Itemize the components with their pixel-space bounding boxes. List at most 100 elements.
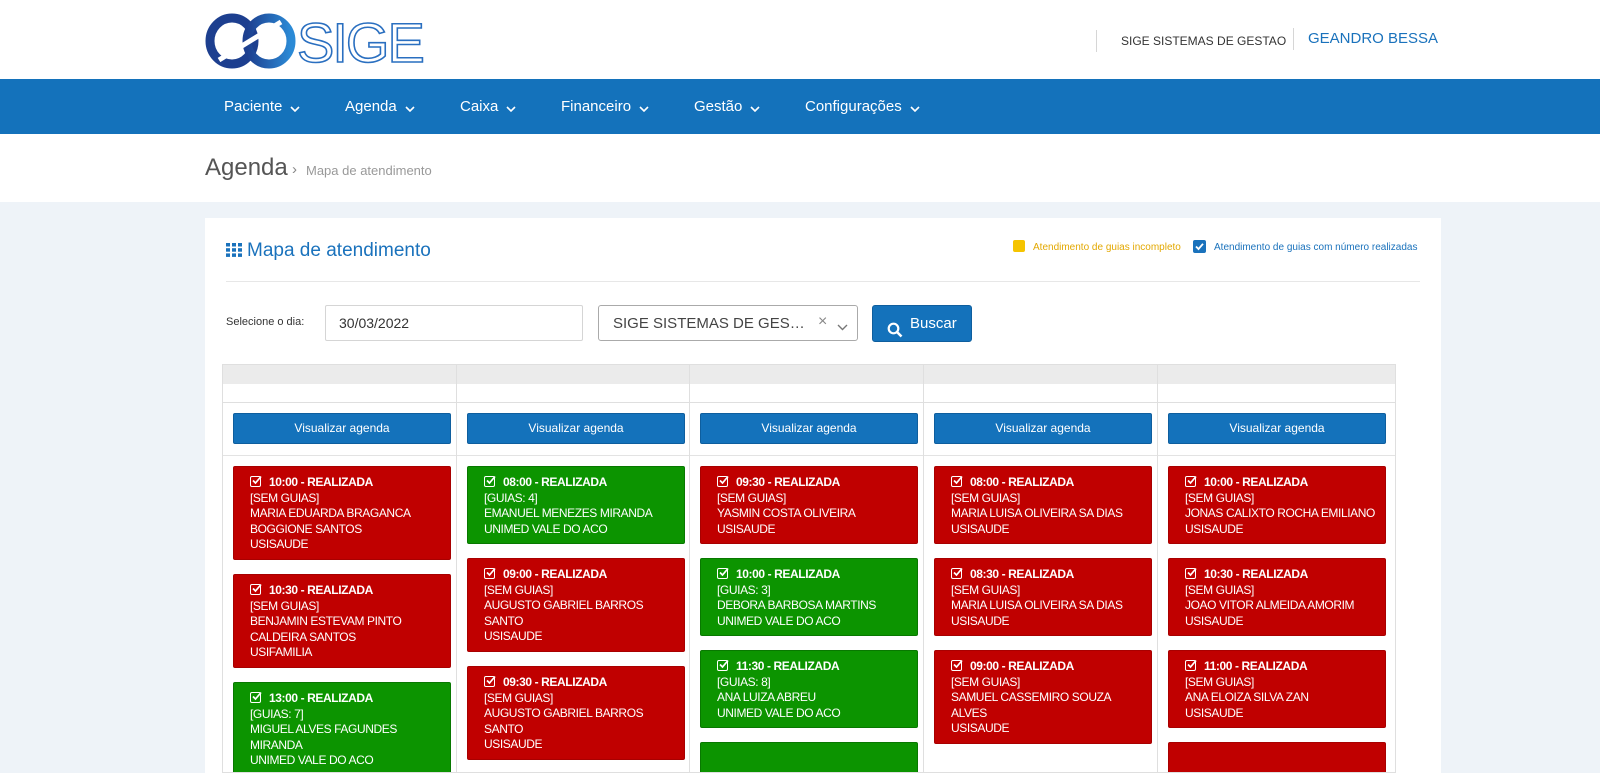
- guias-count: [GUIAS: 4]: [484, 490, 538, 505]
- guias-count: [GUIAS: 3]: [717, 582, 771, 597]
- sige-logo[interactable]: SIGE: [205, 10, 435, 75]
- logo-mark-icon: SIGE: [205, 10, 426, 75]
- date-input[interactable]: [325, 305, 583, 341]
- main-navbar: Paciente Agenda Caixa Financeiro Gestão …: [0, 79, 1600, 134]
- patient-name: SANTO: [484, 613, 524, 628]
- nav-item-gestao[interactable]: Gestão: [694, 79, 760, 134]
- appointment-time-status: 11:00 - REALIZADA: [1185, 659, 1375, 675]
- view-agenda-button[interactable]: Visualizar agenda: [934, 413, 1152, 444]
- nav-item-paciente[interactable]: Paciente: [224, 79, 300, 134]
- appointment-card[interactable]: 09:30 - REALIZADA [SEM GUIAS] AUGUSTO GABR…: [467, 666, 685, 760]
- guias-count: [SEM GUIAS]: [484, 582, 553, 597]
- appointment-card[interactable]: 13:00 - REALIZADA [GUIAS: 7] MIGUEL ALVES …: [233, 682, 451, 772]
- divider: [924, 455, 1161, 456]
- nav-item-caixa[interactable]: Caixa: [460, 79, 516, 134]
- appointment-time-status: 10:00 - REALIZADA: [717, 567, 907, 583]
- nav-item-financeiro[interactable]: Financeiro: [561, 79, 649, 134]
- column-subheader: [1158, 384, 1395, 403]
- chevron-down-icon: [405, 80, 415, 135]
- nav-item-agenda[interactable]: Agenda: [345, 79, 415, 134]
- insurer-name: USISAUDE: [951, 521, 1010, 536]
- appointment-time-status: 09:00 - REALIZADA: [484, 567, 674, 583]
- guias-count: [SEM GUIAS]: [717, 490, 786, 505]
- nav-label: Configurações: [805, 98, 902, 115]
- checkbox-checked-icon: [484, 475, 496, 487]
- column-subheader: [457, 384, 694, 403]
- page-title: Agenda: [205, 154, 288, 181]
- divider: [226, 281, 1420, 282]
- patient-name: ANA LUIZA ABREU: [717, 690, 816, 704]
- appointment-title: 09:00 - REALIZADA: [970, 659, 1074, 673]
- appointment-time-status: 08:00 - REALIZADA: [484, 475, 674, 491]
- appointment-card[interactable]: 09:00 - REALIZADA [SEM GUIAS] SAMUEL CASSE…: [934, 650, 1152, 744]
- patient-name: JOAO VITOR ALMEIDA AMORIM: [1185, 598, 1355, 612]
- appointment-card[interactable]: 08:00 - REALIZADA [SEM GUIAS] MARIA LUISA …: [934, 466, 1152, 544]
- guias-count: [GUIAS: 7]: [250, 706, 304, 721]
- appointment-card[interactable]: 10:00 - REALIZADA [SEM GUIAS] MARIA EDUARD…: [233, 466, 451, 560]
- column-header: [1158, 365, 1395, 384]
- appointment-card[interactable]: 10:00 - REALIZADA [GUIAS: 3] DEBORA BARBOS…: [700, 558, 918, 636]
- patient-name: MARIA EDUARDA BRAGANCA: [250, 506, 411, 520]
- appointment-time-status: 09:30 - REALIZADA: [717, 475, 907, 491]
- insurer-name: USISAUDE: [484, 629, 543, 643]
- guias-count: [SEM GUIAS]: [1185, 490, 1254, 505]
- appointment-title: 11:30 - REALIZADA: [736, 659, 840, 673]
- appointment-title: 08:00 - REALIZADA: [503, 475, 607, 489]
- appointment-card[interactable]: 08:30 - REALIZADA [SEM GUIAS] MARIA LUISA …: [934, 558, 1152, 636]
- insurer-name: USISAUDE: [484, 737, 543, 751]
- view-agenda-button[interactable]: Visualizar agenda: [700, 413, 918, 444]
- nav-label: Gestão: [694, 98, 743, 115]
- appointment-time-status: 08:00 - REALIZADA: [951, 475, 1141, 491]
- checkbox-checked-icon: [1185, 659, 1197, 671]
- patient-name: DEBORA BARBOSA MARTINS: [717, 598, 877, 612]
- appointment-card[interactable]: 08:00 - REALIZADA [GUIAS: 4] EMANUEL MENEZ…: [467, 466, 685, 544]
- insurer-name: UNIMED VALE DO ACO: [717, 705, 841, 720]
- appointment-title: 10:30 - REALIZADA: [269, 583, 373, 597]
- appointment-card[interactable]: 11:00 - REALIZADA [SEM GUIAS] ANA ELOIZA S…: [1168, 650, 1386, 728]
- nav-item-configuracoes[interactable]: Configurações: [805, 79, 920, 134]
- appointment-card[interactable]: 10:00 - REALIZADA [SEM GUIAS] JONAS CALIXT…: [1168, 466, 1386, 544]
- chevron-down-icon: [837, 318, 848, 336]
- search-button[interactable]: Buscar: [872, 305, 972, 342]
- appointment-card[interactable]: 11:30 - REALIZADA [GUIAS: 8] ANA LUIZA ABR…: [700, 650, 918, 728]
- view-agenda-button[interactable]: Visualizar agenda: [1168, 413, 1386, 444]
- appointment-card[interactable]: [700, 742, 918, 772]
- checkbox-checked-icon: [1185, 567, 1197, 579]
- user-name-link[interactable]: GEANDRO BESSA: [1293, 28, 1438, 50]
- patient-name: BOGGIONE SANTOS: [250, 521, 362, 536]
- chevron-down-icon: [910, 80, 920, 135]
- appointment-card[interactable]: [1168, 742, 1386, 772]
- breadcrumb-separator: ›: [292, 161, 297, 178]
- legend-incomplete: Atendimento de guias incompleto: [1013, 240, 1181, 253]
- checkbox-checked-icon: [1185, 475, 1197, 487]
- appointment-time-status: 10:00 - REALIZADA: [1185, 475, 1375, 491]
- patient-name: AUGUSTO GABRIEL BARROS: [484, 598, 644, 612]
- appointment-card[interactable]: 09:00 - REALIZADA [SEM GUIAS] AUGUSTO GABR…: [467, 558, 685, 652]
- checkbox-checked-icon: [717, 659, 729, 671]
- appointment-card[interactable]: 10:30 - REALIZADA [SEM GUIAS] BENJAMIN EST…: [233, 574, 451, 668]
- divider: [223, 455, 460, 456]
- appointment-title: 10:00 - REALIZADA: [269, 475, 373, 489]
- appointment-card[interactable]: 09:30 - REALIZADA [SEM GUIAS] YASMIN COSTA…: [700, 466, 918, 544]
- search-button-label: Buscar: [910, 315, 957, 332]
- checkbox-checked-icon: [250, 583, 262, 595]
- checkbox-checked-icon: [250, 475, 262, 487]
- appointment-card[interactable]: 10:30 - REALIZADA [SEM GUIAS] JOAO VITOR A…: [1168, 558, 1386, 636]
- insurer-name: UNIMED VALE DO ACO: [717, 613, 841, 628]
- appointment-time-status: 11:30 - REALIZADA: [717, 659, 907, 675]
- svg-text:SIGE: SIGE: [297, 12, 423, 70]
- guias-count: [SEM GUIAS]: [1185, 582, 1254, 597]
- clinic-select-value: SIGE SISTEMAS DE GES…: [613, 315, 805, 332]
- patient-name: JONAS CALIXTO ROCHA EMILIANO: [1185, 506, 1375, 520]
- appointment-title: 13:00 - REALIZADA: [269, 691, 373, 705]
- patient-name: ALVES: [951, 705, 987, 720]
- panel-title: Mapa de atendimento: [226, 240, 431, 263]
- appointment-time-status: 09:00 - REALIZADA: [951, 659, 1141, 675]
- attendance-map-panel: Mapa de atendimento Atendimento de guias…: [205, 218, 1441, 773]
- view-agenda-button[interactable]: Visualizar agenda: [233, 413, 451, 444]
- clear-selection-icon[interactable]: ×: [818, 313, 827, 331]
- clinic-select[interactable]: SIGE SISTEMAS DE GES… ×: [598, 305, 858, 341]
- view-agenda-button[interactable]: Visualizar agenda: [467, 413, 685, 444]
- patient-name: MIRANDA: [250, 737, 303, 752]
- patient-name: SAMUEL CASSEMIRO SOUZA: [951, 690, 1112, 704]
